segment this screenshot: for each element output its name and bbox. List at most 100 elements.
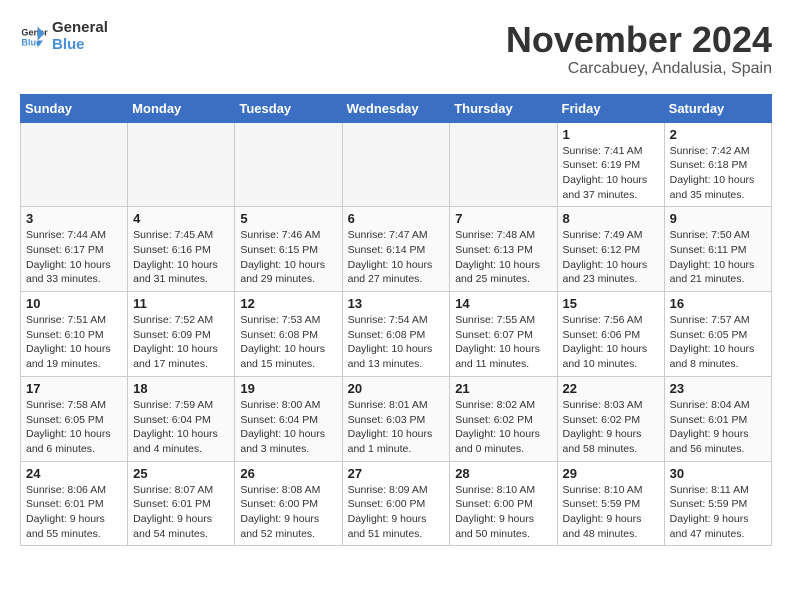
calendar-cell: 30 Sunrise: 8:11 AM Sunset: 5:59 PM Dayli… bbox=[664, 461, 771, 546]
calendar-week-4: 17 Sunrise: 7:58 AM Sunset: 6:05 PM Dayli… bbox=[21, 376, 772, 461]
calendar-cell: 5 Sunrise: 7:46 AM Sunset: 6:15 PM Daylig… bbox=[235, 207, 342, 292]
day-number: 9 bbox=[670, 211, 766, 226]
day-info: Sunrise: 7:41 AM Sunset: 6:19 PM Dayligh… bbox=[563, 144, 659, 203]
day-info: Sunrise: 7:45 AM Sunset: 6:16 PM Dayligh… bbox=[133, 228, 229, 287]
calendar-cell: 18 Sunrise: 7:59 AM Sunset: 6:04 PM Dayli… bbox=[128, 376, 235, 461]
calendar-cell: 12 Sunrise: 7:53 AM Sunset: 6:08 PM Dayli… bbox=[235, 292, 342, 377]
day-info: Sunrise: 7:44 AM Sunset: 6:17 PM Dayligh… bbox=[26, 228, 122, 287]
calendar-cell: 4 Sunrise: 7:45 AM Sunset: 6:16 PM Daylig… bbox=[128, 207, 235, 292]
day-info: Sunrise: 8:10 AM Sunset: 6:00 PM Dayligh… bbox=[455, 483, 551, 542]
day-number: 22 bbox=[563, 381, 659, 396]
day-info: Sunrise: 7:47 AM Sunset: 6:14 PM Dayligh… bbox=[348, 228, 445, 287]
calendar-cell: 8Sunrise: 7:49 AM Sunset: 6:12 PM Daylig… bbox=[557, 207, 664, 292]
day-number: 29 bbox=[563, 466, 659, 481]
page-header: General Blue General Blue November 2024 … bbox=[20, 20, 772, 78]
day-number: 13 bbox=[348, 296, 445, 311]
weekday-header-wednesday: Wednesday bbox=[342, 94, 450, 122]
day-info: Sunrise: 7:54 AM Sunset: 6:08 PM Dayligh… bbox=[348, 313, 445, 372]
calendar-cell: 14 Sunrise: 7:55 AM Sunset: 6:07 PM Dayli… bbox=[450, 292, 557, 377]
day-info: Sunrise: 7:42 AM Sunset: 6:18 PM Dayligh… bbox=[670, 144, 766, 203]
calendar-cell: 24 Sunrise: 8:06 AM Sunset: 6:01 PM Dayli… bbox=[21, 461, 128, 546]
day-info: Sunrise: 7:48 AM Sunset: 6:13 PM Dayligh… bbox=[455, 228, 551, 287]
day-info: Sunrise: 8:07 AM Sunset: 6:01 PM Dayligh… bbox=[133, 483, 229, 542]
title-block: November 2024 Carcabuey, Andalusia, Spai… bbox=[506, 20, 772, 78]
day-info: Sunrise: 8:10 AM Sunset: 5:59 PM Dayligh… bbox=[563, 483, 659, 542]
day-info: Sunrise: 7:50 AM Sunset: 6:11 PM Dayligh… bbox=[670, 228, 766, 287]
day-info: Sunrise: 7:56 AM Sunset: 6:06 PM Dayligh… bbox=[563, 313, 659, 372]
calendar-cell: 17 Sunrise: 7:58 AM Sunset: 6:05 PM Dayli… bbox=[21, 376, 128, 461]
logo-line2: Blue bbox=[52, 37, 108, 54]
day-number: 16 bbox=[670, 296, 766, 311]
day-info: Sunrise: 7:51 AM Sunset: 6:10 PM Dayligh… bbox=[26, 313, 122, 372]
day-number: 27 bbox=[348, 466, 445, 481]
day-info: Sunrise: 8:01 AM Sunset: 6:03 PM Dayligh… bbox=[348, 398, 445, 457]
day-number: 30 bbox=[670, 466, 766, 481]
calendar-cell: 6Sunrise: 7:47 AM Sunset: 6:14 PM Daylig… bbox=[342, 207, 450, 292]
day-info: Sunrise: 8:08 AM Sunset: 6:00 PM Dayligh… bbox=[240, 483, 336, 542]
day-info: Sunrise: 7:59 AM Sunset: 6:04 PM Dayligh… bbox=[133, 398, 229, 457]
calendar-header-row: SundayMondayTuesdayWednesdayThursdayFrid… bbox=[21, 94, 772, 122]
calendar-cell bbox=[21, 122, 128, 207]
calendar-cell bbox=[342, 122, 450, 207]
logo-line1: General bbox=[52, 20, 108, 37]
calendar-week-5: 24 Sunrise: 8:06 AM Sunset: 6:01 PM Dayli… bbox=[21, 461, 772, 546]
day-info: Sunrise: 8:11 AM Sunset: 5:59 PM Dayligh… bbox=[670, 483, 766, 542]
calendar-cell: 1 Sunrise: 7:41 AM Sunset: 6:19 PM Daylig… bbox=[557, 122, 664, 207]
logo-icon: General Blue bbox=[20, 23, 48, 51]
day-info: Sunrise: 7:55 AM Sunset: 6:07 PM Dayligh… bbox=[455, 313, 551, 372]
calendar-cell: 16Sunrise: 7:57 AM Sunset: 6:05 PM Dayli… bbox=[664, 292, 771, 377]
calendar-cell: 25Sunrise: 8:07 AM Sunset: 6:01 PM Dayli… bbox=[128, 461, 235, 546]
calendar-cell bbox=[235, 122, 342, 207]
day-number: 7 bbox=[455, 211, 551, 226]
calendar-cell: 21Sunrise: 8:02 AM Sunset: 6:02 PM Dayli… bbox=[450, 376, 557, 461]
day-number: 17 bbox=[26, 381, 122, 396]
calendar-cell: 9 Sunrise: 7:50 AM Sunset: 6:11 PM Daylig… bbox=[664, 207, 771, 292]
day-info: Sunrise: 7:46 AM Sunset: 6:15 PM Dayligh… bbox=[240, 228, 336, 287]
day-number: 24 bbox=[26, 466, 122, 481]
calendar-week-3: 10Sunrise: 7:51 AM Sunset: 6:10 PM Dayli… bbox=[21, 292, 772, 377]
weekday-header-sunday: Sunday bbox=[21, 94, 128, 122]
day-number: 4 bbox=[133, 211, 229, 226]
day-number: 15 bbox=[563, 296, 659, 311]
day-number: 8 bbox=[563, 211, 659, 226]
day-number: 19 bbox=[240, 381, 336, 396]
calendar-cell: 13 Sunrise: 7:54 AM Sunset: 6:08 PM Dayli… bbox=[342, 292, 450, 377]
calendar-cell: 20Sunrise: 8:01 AM Sunset: 6:03 PM Dayli… bbox=[342, 376, 450, 461]
day-number: 18 bbox=[133, 381, 229, 396]
day-number: 14 bbox=[455, 296, 551, 311]
logo: General Blue General Blue bbox=[20, 20, 108, 53]
calendar-cell: 22 Sunrise: 8:03 AM Sunset: 6:02 PM Dayli… bbox=[557, 376, 664, 461]
day-number: 11 bbox=[133, 296, 229, 311]
day-number: 28 bbox=[455, 466, 551, 481]
day-info: Sunrise: 7:58 AM Sunset: 6:05 PM Dayligh… bbox=[26, 398, 122, 457]
calendar-cell: 19 Sunrise: 8:00 AM Sunset: 6:04 PM Dayli… bbox=[235, 376, 342, 461]
calendar-cell: 7 Sunrise: 7:48 AM Sunset: 6:13 PM Daylig… bbox=[450, 207, 557, 292]
calendar-cell: 26 Sunrise: 8:08 AM Sunset: 6:00 PM Dayli… bbox=[235, 461, 342, 546]
day-number: 23 bbox=[670, 381, 766, 396]
day-info: Sunrise: 8:06 AM Sunset: 6:01 PM Dayligh… bbox=[26, 483, 122, 542]
day-number: 2 bbox=[670, 127, 766, 142]
calendar-cell: 23 Sunrise: 8:04 AM Sunset: 6:01 PM Dayli… bbox=[664, 376, 771, 461]
calendar-week-1: 1 Sunrise: 7:41 AM Sunset: 6:19 PM Daylig… bbox=[21, 122, 772, 207]
calendar-cell: 28 Sunrise: 8:10 AM Sunset: 6:00 PM Dayli… bbox=[450, 461, 557, 546]
weekday-header-monday: Monday bbox=[128, 94, 235, 122]
location-subtitle: Carcabuey, Andalusia, Spain bbox=[506, 60, 772, 78]
weekday-header-saturday: Saturday bbox=[664, 94, 771, 122]
weekday-header-friday: Friday bbox=[557, 94, 664, 122]
calendar-cell: 2 Sunrise: 7:42 AM Sunset: 6:18 PM Daylig… bbox=[664, 122, 771, 207]
day-number: 5 bbox=[240, 211, 336, 226]
day-number: 1 bbox=[563, 127, 659, 142]
day-info: Sunrise: 7:53 AM Sunset: 6:08 PM Dayligh… bbox=[240, 313, 336, 372]
calendar-cell: 11Sunrise: 7:52 AM Sunset: 6:09 PM Dayli… bbox=[128, 292, 235, 377]
day-number: 12 bbox=[240, 296, 336, 311]
calendar-week-2: 3 Sunrise: 7:44 AM Sunset: 6:17 PM Daylig… bbox=[21, 207, 772, 292]
calendar-cell bbox=[450, 122, 557, 207]
day-info: Sunrise: 8:04 AM Sunset: 6:01 PM Dayligh… bbox=[670, 398, 766, 457]
calendar-cell: 29 Sunrise: 8:10 AM Sunset: 5:59 PM Dayli… bbox=[557, 461, 664, 546]
day-number: 26 bbox=[240, 466, 336, 481]
day-info: Sunrise: 8:00 AM Sunset: 6:04 PM Dayligh… bbox=[240, 398, 336, 457]
day-info: Sunrise: 8:03 AM Sunset: 6:02 PM Dayligh… bbox=[563, 398, 659, 457]
calendar-cell: 15 Sunrise: 7:56 AM Sunset: 6:06 PM Dayli… bbox=[557, 292, 664, 377]
day-number: 3 bbox=[26, 211, 122, 226]
month-title: November 2024 bbox=[506, 20, 772, 60]
